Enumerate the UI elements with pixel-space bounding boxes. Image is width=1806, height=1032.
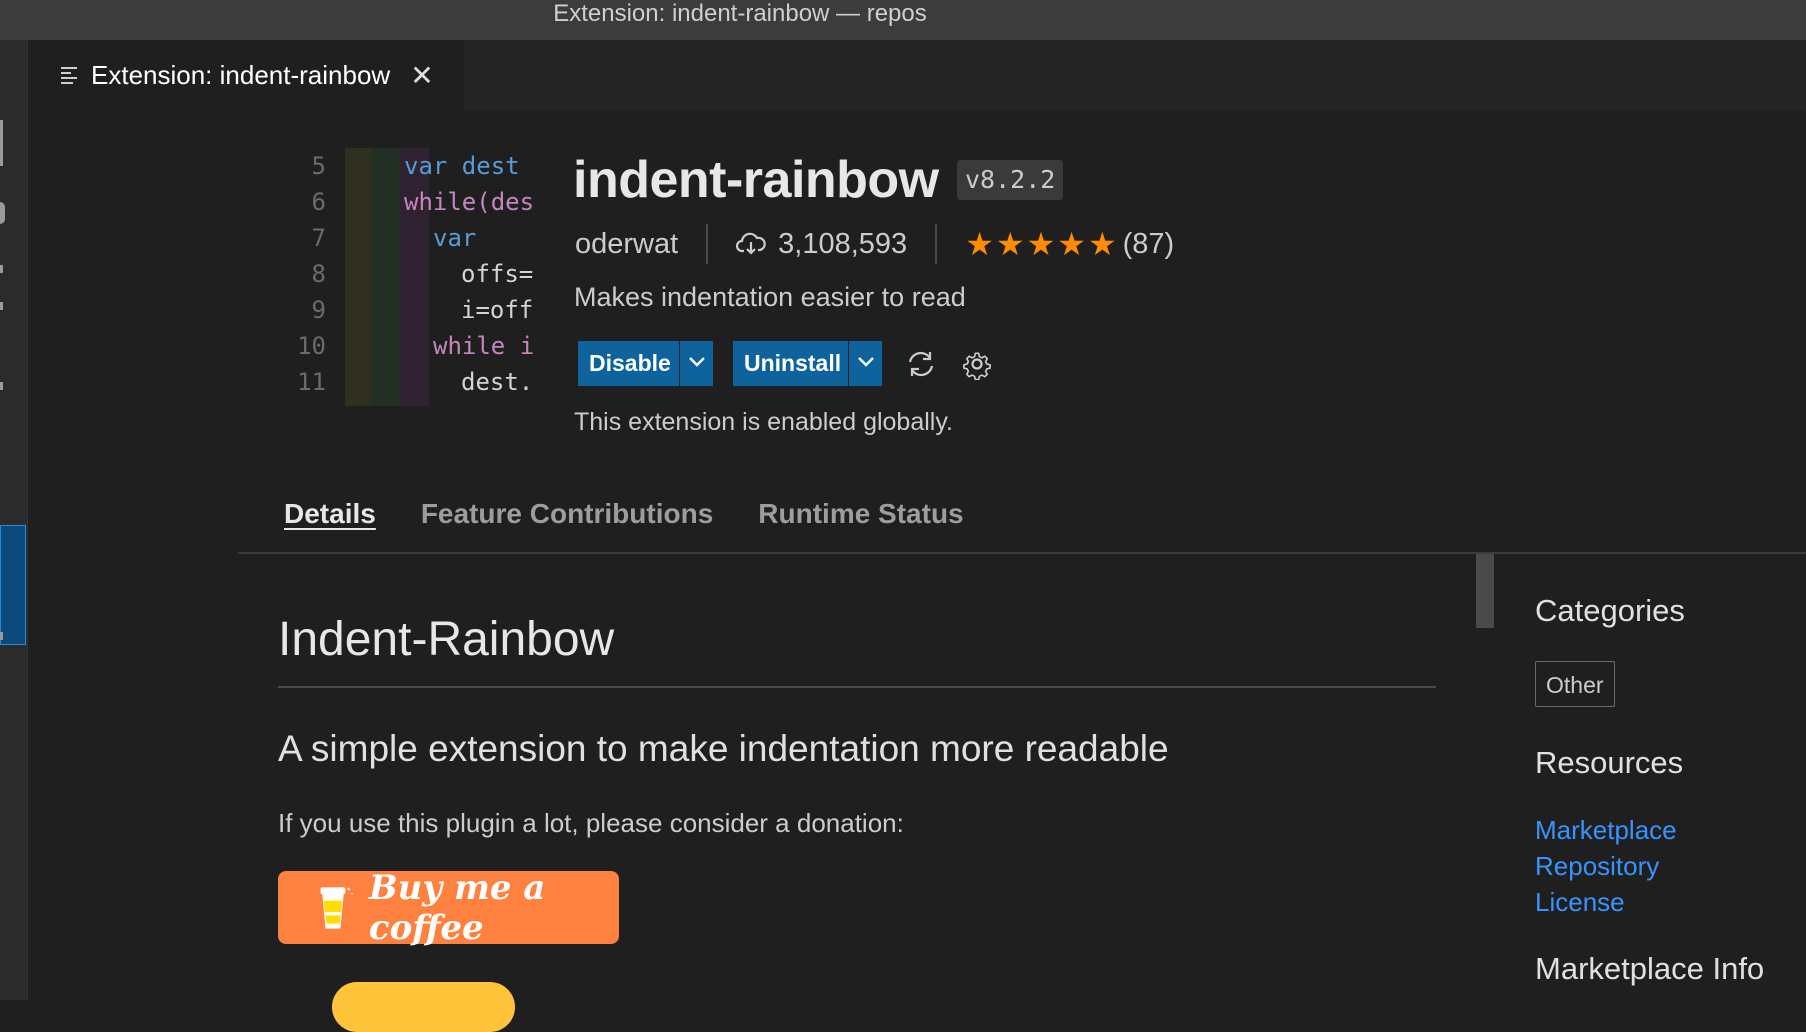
window-title: Extension: indent-rainbow — repos [553,0,927,27]
rating-stars[interactable]: ★★★★★ [965,225,1118,263]
line-number: 8 [311,260,326,288]
extension-status-text: This extension is enabled globally. [574,408,953,436]
extension-icon: 5 6 7 8 9 10 11 var dest while(des var o… [290,148,540,410]
license-link[interactable]: License [1535,887,1625,918]
rating-count[interactable]: (87) [1123,228,1175,261]
resources-heading: Resources [1535,745,1684,780]
code-line: dest. [461,368,534,396]
line-number: 11 [297,368,326,396]
separator [935,224,938,264]
tab-runtime-status[interactable]: Runtime Status [758,498,963,530]
download-cloud-icon [736,232,766,255]
install-count: 3,108,593 [778,227,908,260]
close-icon[interactable]: ✕ [410,59,433,92]
chevron-down-icon [689,357,705,367]
marketplace-link[interactable]: Marketplace [1535,815,1677,846]
marketplace-info-heading: Marketplace Info [1535,951,1765,986]
repository-link[interactable]: Repository [1535,851,1659,882]
gear-icon[interactable] [961,348,993,380]
readme-subtitle: A simple extension to make indentation m… [278,728,1169,769]
editor-tab-extension[interactable]: Extension: indent-rainbow ✕ [28,40,464,110]
publisher-name[interactable]: oderwat [575,228,678,261]
line-number: 5 [311,152,326,180]
donate-button[interactable] [332,982,515,1032]
activity-item-marker[interactable] [0,382,3,390]
scrollbar-thumb[interactable] [1476,554,1494,628]
activity-item-marker[interactable] [0,265,3,273]
coffee-cup-icon [320,886,353,929]
code-line: while i [433,332,535,360]
disable-button[interactable]: Disable [578,341,682,386]
readme-title: Indent-Rainbow [278,613,615,666]
uninstall-button[interactable]: Uninstall [733,341,853,386]
sync-icon[interactable] [905,348,937,380]
activity-item-marker[interactable] [0,120,3,166]
coffee-button-label: Buy me a coffee [368,867,546,948]
version-badge: v8.2.2 [957,160,1064,200]
disable-dropdown-button[interactable] [679,341,713,386]
activity-item-extensions-selected[interactable] [0,525,26,645]
activity-bar [0,40,28,1000]
extension-description: Makes indentation easier to read [574,282,966,312]
extension-detail-tabs: Details Feature Contributions Runtime St… [284,498,964,530]
line-number: 9 [311,296,326,324]
extension-meta: oderwat 3,108,593 ★★★★★ (87) [575,224,1174,264]
window-title-bar: Extension: indent-rainbow — repos [0,0,1806,40]
line-number: 10 [297,332,326,360]
line-number: 7 [311,224,326,252]
activity-item-marker[interactable] [0,202,5,224]
preview-lines-icon [61,64,77,87]
uninstall-dropdown-button[interactable] [848,341,882,386]
extension-name: indent-rainbow [573,151,939,209]
code-line: var dest [404,152,520,180]
category-badge[interactable]: Other [1535,661,1615,707]
line-number: 6 [311,188,326,216]
editor-tab-label: Extension: indent-rainbow [91,59,391,90]
readme-title-rule [278,686,1436,688]
readme-paragraph: If you use this plugin a lot, please con… [278,808,904,838]
separator [706,224,709,264]
chevron-down-icon [858,357,874,367]
code-line: var [433,224,477,252]
tab-feature-contributions[interactable]: Feature Contributions [421,498,713,530]
tab-details[interactable]: Details [284,498,376,530]
activity-item-marker[interactable] [0,302,3,310]
code-line: offs= [461,260,534,288]
activity-item-marker[interactable] [0,632,3,640]
code-line: while(des [404,188,535,216]
buy-me-a-coffee-button[interactable]: Buy me a coffee [278,868,619,948]
tabs-divider [238,552,1806,554]
categories-heading: Categories [1535,593,1685,628]
code-line: i=off [461,296,534,324]
